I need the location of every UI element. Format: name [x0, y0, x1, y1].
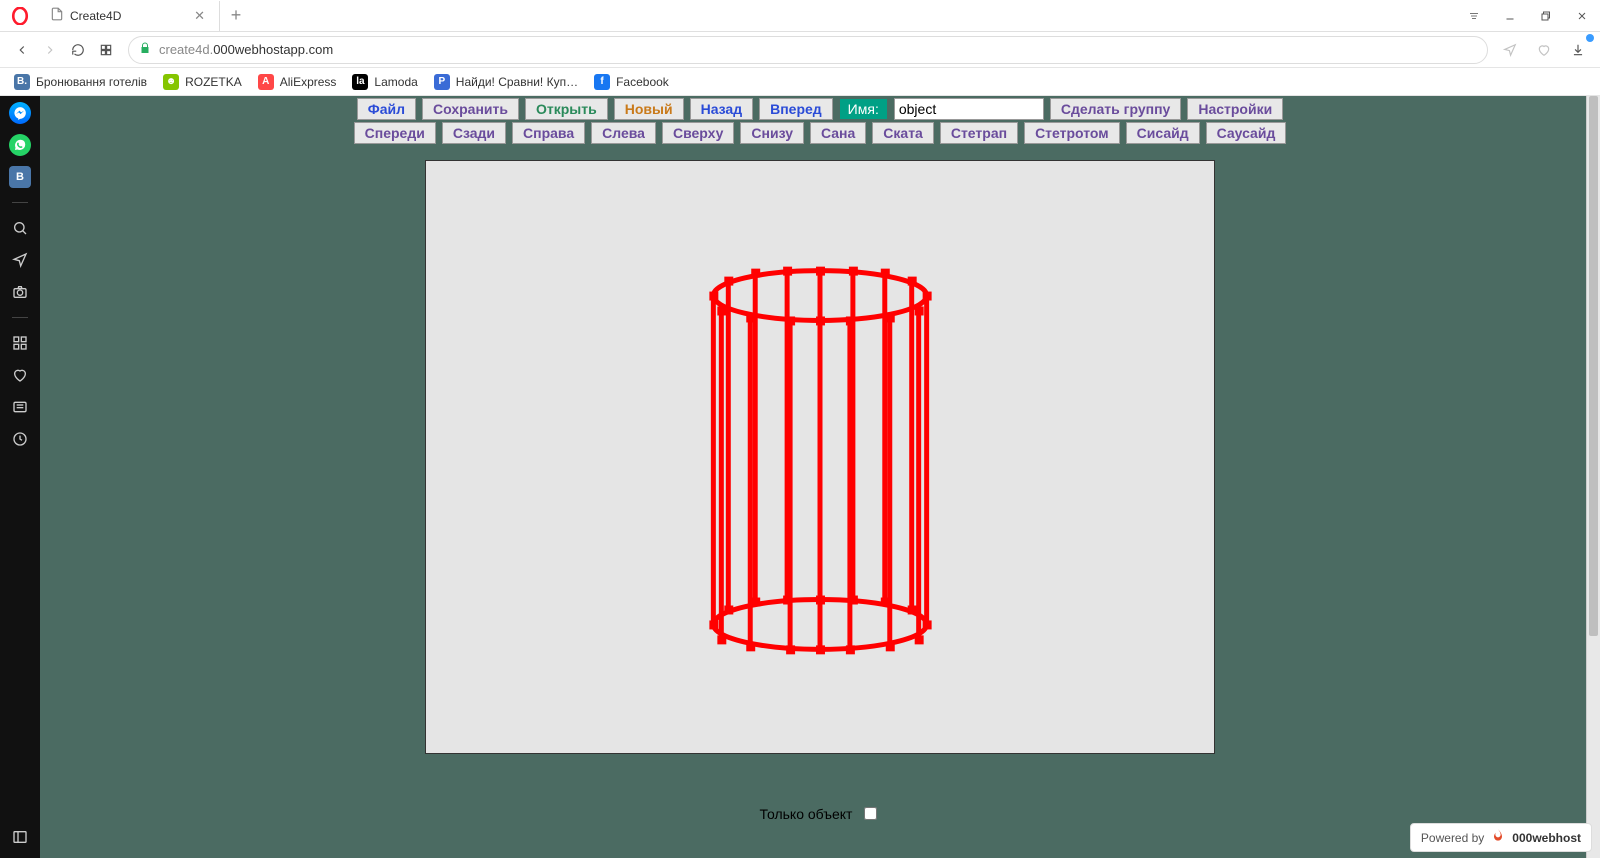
only-object-option: Только объект [760, 804, 881, 823]
page-scrollbar[interactable] [1586, 96, 1600, 858]
new-button[interactable]: Новый [614, 98, 684, 120]
browser-tab[interactable]: Create4D ✕ [40, 1, 220, 31]
only-object-label: Только объект [760, 806, 853, 822]
settings-button[interactable]: Настройки [1187, 98, 1283, 120]
search-icon[interactable] [9, 217, 31, 239]
view-stetrap-button[interactable]: Стетрап [940, 122, 1018, 144]
lock-icon [139, 42, 151, 57]
main-row: B Файл Сохранить Открыть Новый Назад Впе… [0, 96, 1600, 858]
view-sana-button[interactable]: Сана [810, 122, 866, 144]
bookmark-label: Найди! Сравни! Куп… [456, 75, 578, 89]
view-top-button[interactable]: Сверху [662, 122, 734, 144]
name-label: Имя: [839, 98, 888, 120]
bookmark-item[interactable]: P Найди! Сравни! Куп… [434, 74, 578, 90]
bookmark-favicon: B. [14, 74, 30, 90]
maximize-button[interactable] [1528, 0, 1564, 32]
browser-title-bar: Create4D ✕ + [0, 0, 1600, 32]
news-icon[interactable] [9, 396, 31, 418]
downloads-badge [1586, 34, 1594, 42]
canvas-viewport[interactable] [425, 160, 1215, 754]
downloads-icon[interactable] [1564, 36, 1592, 64]
messenger-icon[interactable] [9, 102, 31, 124]
view-skata-button[interactable]: Ската [872, 122, 934, 144]
toolbar-row-2: Спереди Сзади Справа Слева Сверху Снизу … [354, 122, 1287, 144]
sidebar-rail: B [0, 96, 40, 858]
bookmark-item[interactable]: B. Бронювання готелів [14, 74, 147, 90]
nav-back-button[interactable] [8, 36, 36, 64]
bookmark-label: Lamoda [374, 75, 417, 89]
open-button[interactable]: Открыть [525, 98, 608, 120]
close-window-button[interactable] [1564, 0, 1600, 32]
toolbar-row-1: Файл Сохранить Открыть Новый Назад Впере… [357, 98, 1283, 120]
opera-logo[interactable] [0, 0, 40, 32]
file-button[interactable]: Файл [357, 98, 416, 120]
forward-button[interactable]: Вперед [759, 98, 833, 120]
view-left-button[interactable]: Слева [591, 122, 656, 144]
heart-icon[interactable] [1530, 36, 1558, 64]
tab-title: Create4D [70, 9, 190, 23]
separator [12, 202, 28, 203]
bookmark-item[interactable]: la Lamoda [352, 74, 417, 90]
page-content: Файл Сохранить Открыть Новый Назад Впере… [40, 96, 1600, 858]
nav-forward-button[interactable] [36, 36, 64, 64]
view-bottom-button[interactable]: Снизу [740, 122, 804, 144]
view-siside-button[interactable]: Сисайд [1126, 122, 1200, 144]
send-page-icon[interactable] [1496, 36, 1524, 64]
scrollbar-thumb[interactable] [1589, 96, 1598, 636]
bookmark-label: AliExpress [280, 75, 337, 89]
vk-icon[interactable]: B [9, 166, 31, 188]
hosting-badge[interactable]: Powered by 000webhost [1410, 823, 1592, 852]
bookmarks-icon[interactable] [9, 364, 31, 386]
bookmark-favicon: la [352, 74, 368, 90]
view-sauside-button[interactable]: Саусайд [1206, 122, 1287, 144]
flame-icon [1490, 828, 1506, 847]
view-stetrotom-button[interactable]: Стетротом [1024, 122, 1120, 144]
tab-close-button[interactable]: ✕ [190, 8, 209, 24]
bookmark-favicon: A [258, 74, 274, 90]
bookmark-label: Facebook [616, 75, 669, 89]
bookmark-label: Бронювання готелів [36, 75, 147, 89]
wireframe-cylinder [426, 161, 1214, 753]
bookmark-favicon: ☻ [163, 74, 179, 90]
bookmark-favicon: P [434, 74, 450, 90]
back-button[interactable]: Назад [690, 98, 754, 120]
history-icon[interactable] [9, 428, 31, 450]
address-input[interactable]: create4d.000webhostapp.com [128, 36, 1488, 64]
make-group-button[interactable]: Сделать группу [1050, 98, 1182, 120]
bookmarks-bar: B. Бронювання готелів ☻ ROZETKA A AliExp… [0, 68, 1600, 96]
new-tab-button[interactable]: + [220, 5, 252, 26]
window-controls [1456, 0, 1600, 32]
send-icon[interactable] [9, 249, 31, 271]
reload-button[interactable] [64, 36, 92, 64]
only-object-checkbox[interactable] [864, 807, 877, 820]
bookmark-item[interactable]: A AliExpress [258, 74, 337, 90]
easy-setup-icon[interactable] [1456, 0, 1492, 32]
save-button[interactable]: Сохранить [422, 98, 519, 120]
whatsapp-icon[interactable] [9, 134, 31, 156]
view-front-button[interactable]: Спереди [354, 122, 436, 144]
powered-by-text: Powered by [1421, 831, 1484, 845]
sidebar-toggle-icon[interactable] [9, 826, 31, 848]
snapshot-icon[interactable] [9, 281, 31, 303]
minimize-button[interactable] [1492, 0, 1528, 32]
address-bar-row: create4d.000webhostapp.com [0, 32, 1600, 68]
separator [12, 317, 28, 318]
page-icon [50, 7, 64, 24]
bookmark-favicon: f [594, 74, 610, 90]
speed-dial-button[interactable] [92, 36, 120, 64]
host-name: 000webhost [1512, 831, 1581, 845]
view-right-button[interactable]: Справа [512, 122, 585, 144]
bookmark-item[interactable]: ☻ ROZETKA [163, 74, 242, 90]
name-input[interactable] [894, 98, 1044, 120]
view-back-button[interactable]: Сзади [442, 122, 506, 144]
bookmark-label: ROZETKA [185, 75, 242, 89]
bookmark-item[interactable]: f Facebook [594, 74, 669, 90]
extensions-icon[interactable] [9, 332, 31, 354]
url-domain: 000webhostapp.com [213, 42, 333, 57]
url-prefix: create4d. [159, 42, 213, 57]
